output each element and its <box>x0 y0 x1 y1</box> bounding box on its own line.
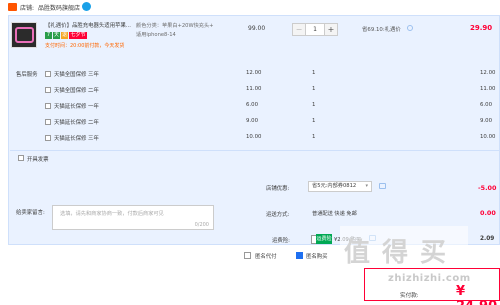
delivery-note: 支付时间：20:00前付款，今天发货 <box>45 43 125 49</box>
service-row: 天猫延长保修 一年 6.00 1 6.00 <box>0 102 500 112</box>
coupon-selected: 省5元:内部券0812 <box>312 183 357 189</box>
anon-pay-label: 匿名代付 <box>255 254 277 260</box>
service-qty: 1 <box>312 134 316 140</box>
service-qty: 1 <box>312 118 316 124</box>
section-divider <box>10 150 500 151</box>
chevron-down-icon: ▾ <box>365 183 368 189</box>
shop-name-link[interactable]: 品胜数码旗舰店 <box>38 3 80 12</box>
service-row: 天猫全国保修 二年 11.00 1 11.00 <box>0 86 500 96</box>
item-total: 29.90 <box>470 24 493 32</box>
anonymous-checkbox[interactable] <box>296 252 303 259</box>
badge-festival: 七夕节 <box>69 32 87 39</box>
pay-amount: ¥ 24.90 <box>456 284 497 305</box>
service-name: 天猫全国保修 三年 <box>54 72 99 78</box>
service-total: 10.00 <box>480 134 496 140</box>
discount-text: 省69.10:礼遇价 <box>362 27 401 33</box>
shipping-text: 普通配送 快递 免邮 <box>312 211 357 217</box>
decrement-button[interactable]: − <box>293 24 306 35</box>
chat-icon[interactable] <box>82 2 91 11</box>
sku-line-2: 适用iphone8-14 <box>136 32 176 38</box>
service-row: 天猫延长保修 三年 10.00 1 10.00 <box>0 134 500 144</box>
service-checkbox[interactable] <box>45 119 51 125</box>
service-row: 天猫延长保修 二年 9.00 1 9.00 <box>0 118 500 128</box>
anonymous-label: 匿名购买 <box>306 254 328 260</box>
service-qty: 1 <box>312 86 316 92</box>
cable-image <box>15 27 34 43</box>
coupon-value: -5.00 <box>478 184 497 192</box>
service-checkbox[interactable] <box>45 103 51 109</box>
shipping-label: 运送方式: <box>266 212 290 218</box>
watermark-url: zhizhizhi.com <box>388 273 471 284</box>
sku-line-1: 颜色分类：苹果白+20W快充头+ <box>136 23 214 29</box>
service-checkbox[interactable] <box>45 135 51 141</box>
service-total: 11.00 <box>480 86 496 92</box>
watermark: 值 得 买 <box>340 226 468 272</box>
product-thumbnail[interactable] <box>11 22 37 48</box>
service-total: 6.00 <box>480 102 493 108</box>
badge-return: 退 <box>61 32 68 39</box>
message-textarea[interactable]: 选填，请先和商家协商一致，付款后商家可见 0/200 <box>52 205 214 230</box>
pay-label: 实付款: <box>400 293 419 299</box>
service-checkbox[interactable] <box>45 87 51 93</box>
badge-day: 天 <box>53 32 60 39</box>
discount-info-icon[interactable] <box>407 25 413 31</box>
service-row: 天猫全国保修 三年 12.00 1 12.00 <box>0 70 500 80</box>
watermark-char: 值 <box>344 238 371 268</box>
shop-bar: 店铺: 品胜数码旗舰店 <box>0 0 500 14</box>
watermark-char: 得 <box>382 238 409 268</box>
quantity-stepper: − 1 + <box>292 23 338 36</box>
service-price: 10.00 <box>246 134 262 140</box>
message-placeholder: 选填，请先和商家协商一致，付款后商家可见 <box>60 211 164 217</box>
service-total: 9.00 <box>480 118 493 124</box>
anon-pay-checkbox[interactable] <box>244 252 251 259</box>
coupon-select[interactable]: 省5元:内部券0812 ▾ <box>308 181 372 192</box>
service-name: 天猫全国保修 二年 <box>54 88 99 94</box>
service-price: 11.00 <box>246 86 262 92</box>
increment-button[interactable]: + <box>324 24 337 35</box>
shop-label: 店铺: <box>20 5 35 12</box>
service-price: 12.00 <box>246 70 262 76</box>
invoice-checkbox[interactable] <box>18 155 24 161</box>
sku-info: 颜色分类：苹果白+20W快充头+ 适用iphone8-14 <box>136 22 226 40</box>
insurance-label: 运费险: <box>272 238 290 244</box>
watermark-char: 买 <box>420 238 447 268</box>
service-total: 12.00 <box>480 70 496 76</box>
coupon-info-icon[interactable] <box>379 183 386 189</box>
service-checkbox[interactable] <box>45 71 51 77</box>
service-price: 6.00 <box>246 102 259 108</box>
service-name: 天猫延长保修 一年 <box>54 104 99 110</box>
coupon-label: 店铺优惠: <box>266 186 290 192</box>
message-counter: 0/200 <box>194 222 209 228</box>
quantity-input[interactable]: 1 <box>306 24 324 35</box>
invoice-label: 开具发票 <box>27 157 49 163</box>
insurance-value: 2.09 <box>480 236 495 242</box>
service-qty: 1 <box>312 102 316 108</box>
service-name: 天猫延长保修 三年 <box>54 136 99 142</box>
message-label: 给卖家留言: <box>16 210 45 216</box>
shop-icon <box>8 3 17 11</box>
badge-7: 7 <box>45 32 52 39</box>
service-qty: 1 <box>312 70 316 76</box>
service-name: 天猫延长保修 二年 <box>54 120 99 126</box>
shipping-value: 0.00 <box>480 209 496 217</box>
insurance-tag: 运费险 <box>316 234 332 244</box>
service-price: 9.00 <box>246 118 259 124</box>
product-title[interactable]: 【礼遇价】品胜充电器头适用苹果... <box>45 22 132 30</box>
unit-price: 99.00 <box>248 25 266 32</box>
